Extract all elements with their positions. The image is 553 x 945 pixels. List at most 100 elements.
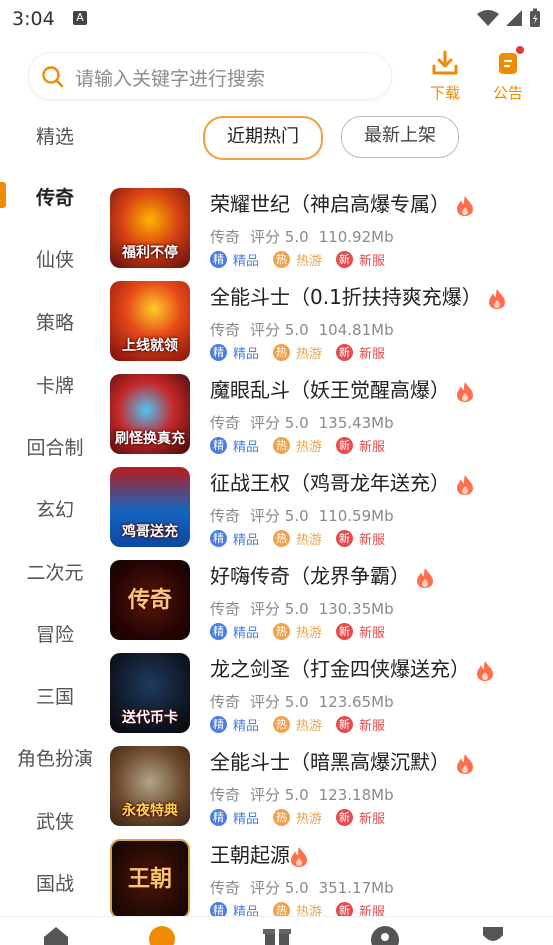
tag-new-server: 新新服 bbox=[336, 529, 385, 548]
tag-hot: 热热游 bbox=[273, 715, 322, 734]
game-rating: 评分 5.0 bbox=[250, 879, 309, 897]
fire-icon bbox=[457, 753, 473, 774]
game-tags: 精精品 热热游 新新服 bbox=[210, 343, 399, 362]
game-title: 荣耀世纪（神启高爆专属） bbox=[210, 188, 474, 217]
tab-recent-hot[interactable]: 近期热门 bbox=[203, 116, 323, 160]
hot-badge-icon: 热 bbox=[273, 344, 291, 361]
sidebar-item-rpg[interactable]: 角色扮演 bbox=[0, 744, 110, 771]
signal-icon bbox=[506, 10, 522, 26]
status-bar: 3:04 A bbox=[0, 0, 553, 38]
tag-new-server: 新新服 bbox=[336, 622, 385, 641]
notification-a-icon: A bbox=[73, 11, 87, 25]
game-title: 好嗨传奇（龙界争霸） bbox=[210, 560, 434, 589]
game-thumbnail: 王朝 bbox=[110, 839, 190, 919]
game-title: 王朝起源 bbox=[210, 839, 308, 868]
game-size: 123.18Mb bbox=[318, 786, 394, 804]
game-genre: 传奇 bbox=[210, 786, 241, 804]
thumbnail-caption: 永夜特典 bbox=[122, 803, 178, 819]
game-thumbnail: 上线就领 bbox=[110, 281, 190, 361]
game-tags: 精精品 热热游 新新服 bbox=[210, 715, 399, 734]
list-item[interactable]: 永夜特典 全能斗士（暗黑高爆沉默） 传奇 评分 5.0 123.18Mb 精精品 热… bbox=[110, 746, 550, 834]
game-tags: 精精品 热热游 新新服 bbox=[210, 622, 399, 641]
service-icon[interactable] bbox=[370, 925, 400, 945]
game-title: 全能斗士（暗黑高爆沉默） bbox=[210, 746, 474, 775]
fire-icon bbox=[457, 474, 473, 495]
tag-new-server: 新新服 bbox=[336, 808, 385, 827]
list-item[interactable]: 送代币卡 龙之剑圣（打金四侠爆送充） 传奇 评分 5.0 123.65Mb 精精品 … bbox=[110, 653, 550, 741]
sidebar-item-adventure[interactable]: 冒险 bbox=[0, 620, 110, 647]
sidebar-item-turn-based[interactable]: 回合制 bbox=[0, 433, 110, 460]
sidebar-item-xuanhuan[interactable]: 玄幻 bbox=[0, 495, 110, 522]
game-thumbnail: 福利不停 bbox=[110, 188, 190, 268]
tag-quality: 精精品 bbox=[210, 808, 259, 827]
game-rating: 评分 5.0 bbox=[250, 321, 309, 339]
quality-badge-icon: 精 bbox=[210, 530, 227, 547]
game-meta: 传奇 评分 5.0 110.92Mb bbox=[210, 226, 404, 247]
notice-label: 公告 bbox=[492, 84, 523, 102]
wifi-icon bbox=[477, 10, 499, 26]
tag-hot: 热热游 bbox=[273, 250, 322, 269]
battery-icon bbox=[530, 8, 540, 27]
game-tags: 精精品 热热游 新新服 bbox=[210, 250, 399, 269]
fire-icon bbox=[457, 381, 473, 402]
download-button[interactable]: 下载 bbox=[425, 50, 465, 103]
notice-button[interactable]: 公告 bbox=[488, 46, 528, 103]
bottom-nav bbox=[0, 916, 553, 945]
game-genre: 传奇 bbox=[210, 228, 241, 246]
list-item[interactable]: 鸡哥送充 征战王权（鸡哥龙年送充） 传奇 评分 5.0 110.59Mb 精精品 热… bbox=[110, 467, 550, 555]
sidebar-item-three-kingdoms[interactable]: 三国 bbox=[0, 682, 110, 709]
game-meta: 传奇 评分 5.0 351.17Mb bbox=[210, 877, 404, 898]
tag-hot: 热热游 bbox=[273, 808, 322, 827]
tag-new-server: 新新服 bbox=[336, 715, 385, 734]
tag-new-server: 新新服 bbox=[336, 250, 385, 269]
game-genre: 传奇 bbox=[210, 321, 241, 339]
sidebar-item-anime[interactable]: 二次元 bbox=[0, 558, 110, 585]
discover-icon[interactable] bbox=[148, 925, 176, 945]
list-item[interactable]: 传奇 好嗨传奇（龙界争霸） 传奇 评分 5.0 130.35Mb 精精品 热热游 新… bbox=[110, 560, 550, 648]
game-meta: 传奇 评分 5.0 110.59Mb bbox=[210, 505, 404, 526]
sidebar-item-featured[interactable]: 精选 bbox=[0, 122, 110, 149]
list-item[interactable]: 刷怪换真充 魔眼乱斗（妖王觉醒高爆） 传奇 评分 5.0 135.43Mb 精精品 … bbox=[110, 374, 550, 462]
hot-badge-icon: 热 bbox=[273, 530, 291, 547]
sidebar-item-wuxia[interactable]: 武侠 bbox=[0, 807, 110, 834]
tag-quality: 精精品 bbox=[210, 622, 259, 641]
tab-new-release[interactable]: 最新上架 bbox=[341, 116, 459, 158]
game-title: 征战王权（鸡哥龙年送充） bbox=[210, 467, 474, 496]
fire-icon bbox=[291, 846, 307, 867]
game-size: 104.81Mb bbox=[318, 321, 394, 339]
sidebar-item-strategy[interactable]: 策略 bbox=[0, 308, 110, 335]
notice-badge-dot bbox=[516, 46, 524, 54]
sidebar-item-national-war[interactable]: 国战 bbox=[0, 869, 110, 896]
game-thumbnail: 传奇 bbox=[110, 560, 190, 640]
profile-icon[interactable] bbox=[480, 925, 506, 945]
game-tags: 精精品 热热游 新新服 bbox=[210, 529, 399, 548]
fire-icon bbox=[417, 567, 433, 588]
thumbnail-caption: 送代币卡 bbox=[122, 710, 178, 726]
search-input[interactable]: 请输入关键字进行搜索 bbox=[28, 52, 392, 100]
hot-badge-icon: 热 bbox=[273, 809, 291, 826]
home-icon[interactable] bbox=[42, 925, 70, 945]
new-badge-icon: 新 bbox=[336, 437, 354, 454]
list-item[interactable]: 王朝 王朝起源 传奇 评分 5.0 351.17Mb 精精品 热热游 新新服 bbox=[110, 839, 550, 927]
game-size: 130.35Mb bbox=[318, 600, 394, 618]
hot-badge-icon: 热 bbox=[273, 716, 291, 733]
status-icons bbox=[477, 8, 541, 28]
tag-new-server: 新新服 bbox=[336, 343, 385, 362]
game-size: 351.17Mb bbox=[318, 879, 394, 897]
status-time: 3:04 bbox=[12, 8, 55, 30]
thumbnail-caption: 王朝 bbox=[127, 867, 172, 892]
game-rating: 评分 5.0 bbox=[250, 786, 309, 804]
sidebar-item-xianxia[interactable]: 仙侠 bbox=[0, 245, 110, 272]
quality-badge-icon: 精 bbox=[210, 809, 227, 826]
game-thumbnail: 永夜特典 bbox=[110, 746, 190, 826]
list-item[interactable]: 上线就领 全能斗士（0.1折扶持爽充爆） 传奇 评分 5.0 104.81Mb 精精… bbox=[110, 281, 550, 369]
sidebar-item-card[interactable]: 卡牌 bbox=[0, 371, 110, 398]
game-meta: 传奇 评分 5.0 123.65Mb bbox=[210, 691, 404, 712]
tag-quality: 精精品 bbox=[210, 529, 259, 548]
game-rating: 评分 5.0 bbox=[250, 507, 309, 525]
game-title: 魔眼乱斗（妖王觉醒高爆） bbox=[210, 374, 474, 403]
quality-badge-icon: 精 bbox=[210, 437, 227, 454]
sidebar-item-chuanqi[interactable]: 传奇 bbox=[0, 183, 110, 210]
list-item[interactable]: 福利不停 荣耀世纪（神启高爆专属） 传奇 评分 5.0 110.92Mb 精精品 热… bbox=[110, 188, 550, 276]
gift-icon[interactable] bbox=[262, 925, 292, 945]
